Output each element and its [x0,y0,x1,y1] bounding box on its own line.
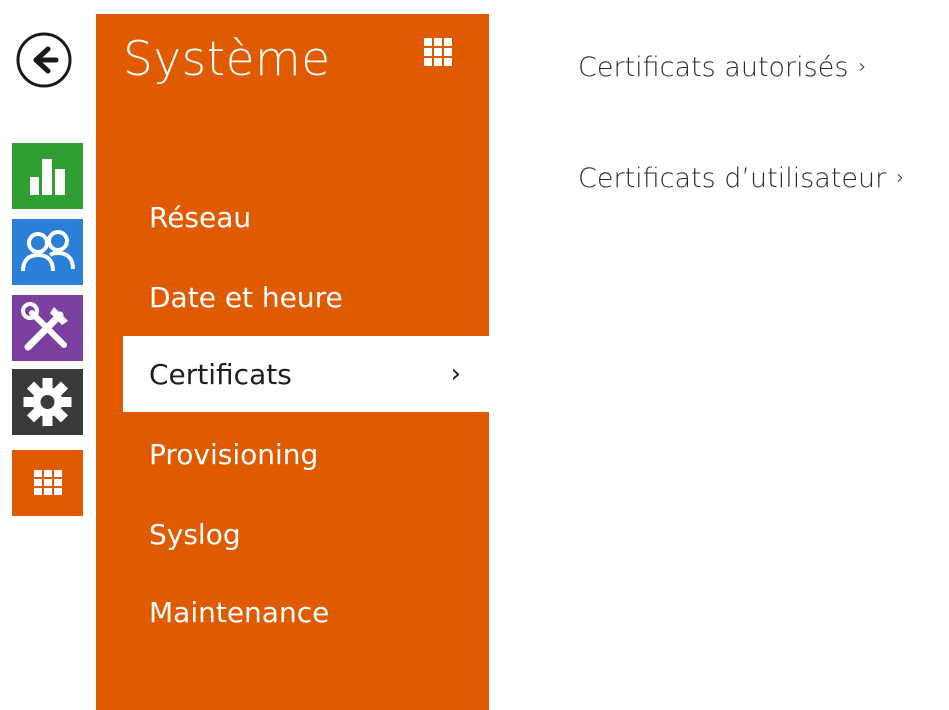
chevron-right-icon: › [858,54,867,78]
grid-icon [12,450,83,516]
menu-item-label: Provisioning [149,437,319,471]
link-certificats-autorises[interactable]: Certificats autorisés › [578,52,866,83]
menu-item-date-et-heure[interactable]: Date et heure [96,259,489,335]
menu-item-label: Certificats [149,357,292,391]
chevron-right-icon: › [896,165,905,189]
gear-icon [12,369,83,435]
menu-item-certificats[interactable]: Certificats › [123,336,489,412]
menu-item-maintenance[interactable]: Maintenance [96,574,489,650]
link-certificats-utilisateur[interactable]: Certificats d’utilisateur › [578,163,904,194]
chevron-right-icon: › [450,359,461,389]
panel-title: Système [123,32,331,87]
menu-item-label: Maintenance [149,595,330,629]
menu-item-label: Syslog [149,517,241,551]
link-label: Certificats d’utilisateur [578,163,887,194]
nav-users-button[interactable] [12,219,83,285]
back-button[interactable] [7,30,80,90]
grid-icon [424,38,452,66]
menu-item-reseau[interactable]: Réseau [96,179,489,255]
menu-item-label: Réseau [149,200,252,234]
nav-services-button[interactable] [12,295,83,361]
users-icon [12,219,83,285]
tools-icon [12,295,83,361]
menu-item-label: Date et heure [149,280,343,314]
menu-item-syslog[interactable]: Syslog [96,496,489,572]
nav-stats-button[interactable] [12,143,83,209]
arrow-left-circle-icon [16,32,71,88]
system-menu-panel: Système Réseau Date et heure Certificats… [96,14,489,710]
nav-system-button[interactable] [12,369,83,435]
nav-apps-button[interactable] [12,450,83,516]
menu-item-provisioning[interactable]: Provisioning [96,416,489,492]
panel-grid-button[interactable] [423,37,453,67]
link-label: Certificats autorisés [578,52,849,83]
bar-chart-icon [12,143,83,209]
